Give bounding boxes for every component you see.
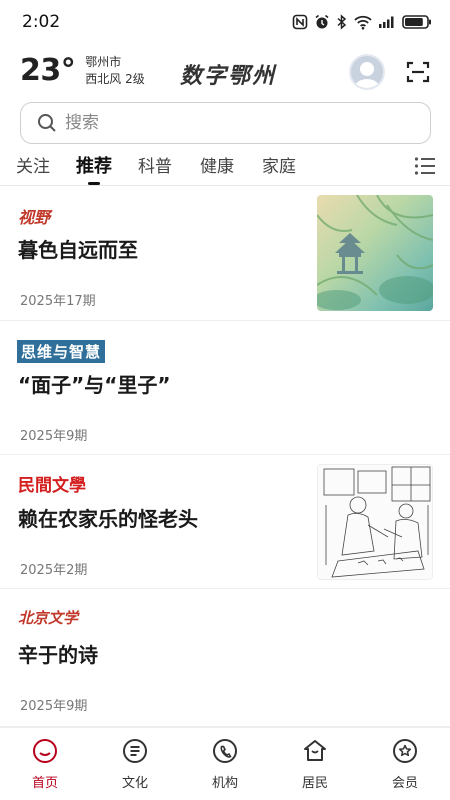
article-issue: 2025年2期 xyxy=(20,563,88,578)
status-icons xyxy=(292,14,432,30)
battery-icon xyxy=(402,15,431,29)
scan-icon xyxy=(406,61,430,83)
article-title: 赖在农家乐的怪老头 xyxy=(18,507,198,531)
culture-icon xyxy=(123,739,147,763)
scan-button[interactable] xyxy=(406,60,430,84)
signal-icon xyxy=(379,16,394,28)
nav-member-label: 会员 xyxy=(391,776,418,791)
status-time: 2:02 xyxy=(22,12,61,32)
article-card[interactable]: 视野 暮色自远而至 2025年17期 xyxy=(0,186,450,321)
article-card[interactable]: 思维与智慧 “面子”与“里子” 2025年9期 xyxy=(0,321,450,455)
sketch-illustration-image xyxy=(318,465,432,579)
nav-home-label: 首页 xyxy=(31,776,58,791)
tab-recommended[interactable]: 推荐 xyxy=(76,152,112,178)
app-logo: 数字鄂州 xyxy=(180,63,277,89)
wind-info: 西北风 2级 xyxy=(85,72,145,86)
tab-follow[interactable]: 关注 xyxy=(16,152,50,177)
avatar-placeholder-icon xyxy=(354,62,380,88)
article-source: 民間文學 xyxy=(18,476,86,496)
nav-culture[interactable]: 文化 xyxy=(105,738,165,791)
tab-health[interactable]: 健康 xyxy=(200,152,234,177)
phone-icon xyxy=(213,739,237,763)
article-title: “面子”与“里子” xyxy=(18,373,171,397)
search-bar[interactable] xyxy=(20,102,431,144)
status-bar: 2:02 xyxy=(0,0,450,44)
nav-residents-label: 居民 xyxy=(301,776,328,791)
nav-institution[interactable]: 机构 xyxy=(195,738,255,791)
active-tab-indicator xyxy=(88,182,100,185)
article-source: 视野 xyxy=(18,208,51,227)
article-source: 思维与智慧 xyxy=(17,340,106,363)
article-card[interactable]: 民間文學 赖在农家乐的怪老头 2025年2期 xyxy=(0,455,450,589)
article-title: 辛于的诗 xyxy=(18,643,98,667)
city-name: 鄂州市 xyxy=(85,55,122,69)
nav-culture-label: 文化 xyxy=(121,776,148,791)
watercolor-pavilion-image xyxy=(317,195,433,311)
list-menu-icon xyxy=(414,157,435,175)
bluetooth-icon xyxy=(337,14,347,30)
category-tabs: 关注 推荐 科普 健康 家庭 xyxy=(0,148,450,186)
tab-family[interactable]: 家庭 xyxy=(262,152,296,177)
wifi-icon xyxy=(354,15,372,30)
channel-menu-button[interactable] xyxy=(414,156,436,176)
article-issue: 2025年9期 xyxy=(20,699,88,714)
article-issue: 2025年17期 xyxy=(20,294,96,309)
article-issue: 2025年9期 xyxy=(20,429,88,444)
article-thumbnail xyxy=(317,464,433,580)
temperature: 23° xyxy=(20,53,76,88)
search-icon xyxy=(38,114,56,132)
nav-residents[interactable]: 居民 xyxy=(285,738,345,791)
alarm-icon xyxy=(315,14,329,29)
nav-institution-label: 机构 xyxy=(211,776,238,791)
article-card[interactable]: 北京文学 辛于的诗 2025年9期 xyxy=(0,589,450,727)
home-icon xyxy=(33,739,57,763)
search-input[interactable] xyxy=(65,113,385,133)
nav-member[interactable]: 会员 xyxy=(375,738,435,791)
weather-info: 鄂州市 西北风 2级 xyxy=(85,54,144,88)
weather-widget[interactable]: 23° 鄂州市 西北风 2级 xyxy=(20,54,145,88)
tab-science[interactable]: 科普 xyxy=(138,152,172,177)
nfc-icon xyxy=(292,14,308,30)
article-source: 北京文学 xyxy=(18,609,79,627)
article-thumbnail xyxy=(317,195,433,311)
avatar[interactable] xyxy=(349,54,385,90)
residents-icon xyxy=(304,740,326,761)
header: 23° 鄂州市 西北风 2级 数字鄂州 xyxy=(0,48,450,98)
member-icon xyxy=(393,739,417,763)
nav-home[interactable]: 首页 xyxy=(15,738,75,791)
bottom-navigation: 首页 文化 机构 居民 会员 xyxy=(0,727,450,800)
article-title: 暮色自远而至 xyxy=(18,238,138,262)
